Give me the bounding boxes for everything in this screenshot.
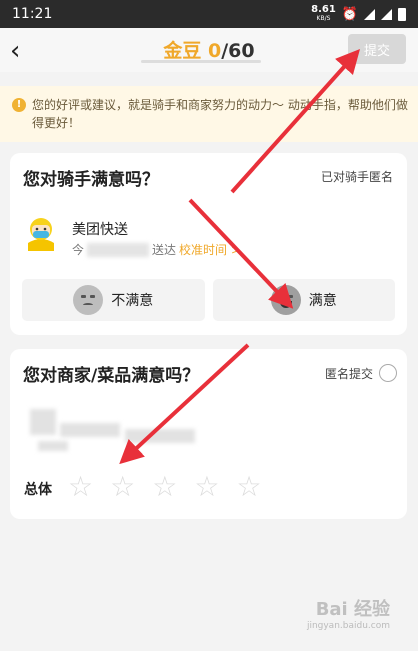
star-icon[interactable]: ☆ xyxy=(194,473,219,501)
watermark: Bai 经验 jingyan.baidu.com xyxy=(306,599,390,631)
happy-face-icon xyxy=(270,285,301,315)
status-time: 11:21 xyxy=(12,6,53,22)
rider-section-title: 您对骑手满意吗？ xyxy=(23,170,159,190)
sad-face-icon xyxy=(73,285,104,315)
blurred-merchant-info xyxy=(30,409,195,453)
signal-icon xyxy=(381,8,392,20)
delivery-info: 今 送达 校准时间 > xyxy=(72,241,241,258)
calibrate-time-link[interactable]: 校准时间 > xyxy=(179,241,241,258)
battery-icon xyxy=(398,7,406,21)
rider-avatar xyxy=(28,218,54,251)
star-icon[interactable]: ☆ xyxy=(110,473,135,501)
merchant-rating-card: 您对商家/菜品满意吗？ 匿名提交 总体 ☆ ☆ ☆ ☆ ☆ xyxy=(10,349,407,519)
status-icons: 8.61 KB/S ⏰ xyxy=(311,5,406,23)
network-speed: 8.61 KB/S xyxy=(311,4,336,23)
wifi-icon xyxy=(364,8,375,20)
star-icon[interactable]: ☆ xyxy=(236,473,261,501)
star-icon[interactable]: ☆ xyxy=(68,473,93,501)
rider-rating-card: 您对骑手满意吗？ 已对骑手匿名 美团快送 今 送达 校准时间 > 不满意 满意 xyxy=(10,153,407,335)
merchant-anonymous-toggle[interactable]: 匿名提交 xyxy=(325,364,397,382)
satisfied-button[interactable]: 满意 xyxy=(212,279,395,321)
rider-rating-buttons: 不满意 满意 xyxy=(22,279,395,321)
overall-label: 总体 xyxy=(24,482,52,498)
star-icon[interactable]: ☆ xyxy=(152,473,177,501)
header: ‹ 金豆 0/60 提交 xyxy=(0,28,418,72)
merchant-section-title: 您对商家/菜品满意吗？ xyxy=(23,366,200,386)
unsatisfied-button[interactable]: 不满意 xyxy=(22,279,205,321)
radio-icon[interactable] xyxy=(379,364,397,382)
info-icon: ! xyxy=(12,98,26,112)
rider-name: 美团快送 xyxy=(72,222,128,238)
title-underline xyxy=(141,60,261,63)
notice-banner: ! 您的好评或建议，就是骑手和商家努力的动力～ 动动手指，帮助他们做得更好！ xyxy=(0,86,418,142)
alarm-icon: ⏰ xyxy=(341,6,358,22)
star-rating[interactable]: ☆ ☆ ☆ ☆ ☆ xyxy=(68,473,262,501)
rider-anonymous-label[interactable]: 已对骑手匿名 xyxy=(321,168,393,185)
submit-button[interactable]: 提交 xyxy=(348,34,406,64)
blurred-time xyxy=(87,242,150,257)
status-bar: 11:21 8.61 KB/S ⏰ xyxy=(0,0,418,28)
notice-text: 您的好评或建议，就是骑手和商家努力的动力～ 动动手指，帮助他们做得更好！ xyxy=(32,98,408,130)
